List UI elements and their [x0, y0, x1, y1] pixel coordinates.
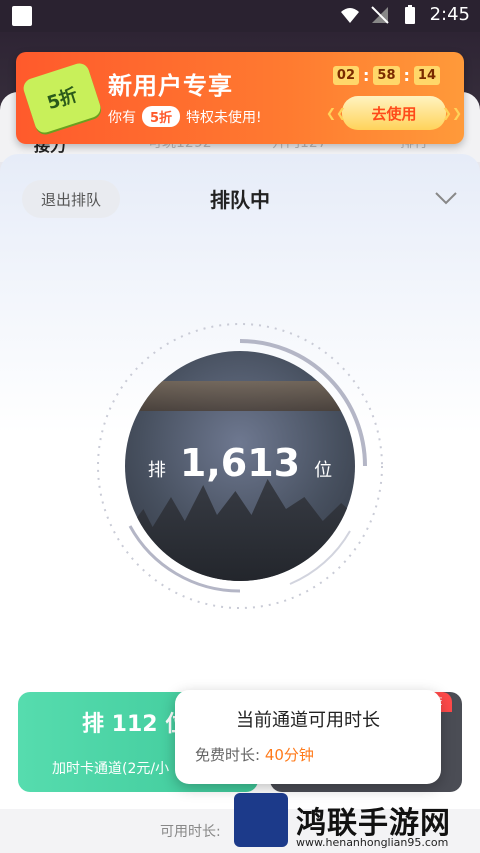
no-signal-icon — [370, 5, 389, 24]
banner-title: 新用户专享 — [108, 72, 233, 100]
tooltip-body: 免费时长: 40分钟 — [195, 744, 314, 765]
rank-prefix: 排 — [147, 460, 166, 481]
watermark-logo-icon — [234, 793, 288, 847]
banner-sub-pill: 5折 — [142, 106, 181, 127]
banner-sub-suffix: 特权未使用! — [186, 109, 262, 126]
paid-channel-label: 加时卡通道(2元/小 — [52, 761, 170, 777]
chevron-down-icon[interactable] — [434, 190, 458, 206]
countdown-timer: 02 : 58 : 14 — [332, 66, 440, 85]
channel-duration-tooltip: 当前通道可用时长 免费时长: 40分钟 — [175, 690, 441, 784]
use-now-button[interactable]: 去使用 — [326, 96, 462, 130]
timer-hours: 02 — [332, 66, 359, 85]
rank-number: 1,613 — [179, 441, 301, 485]
wifi-icon — [340, 7, 359, 23]
banner-subtitle: 你有 5折 特权未使用! — [108, 106, 262, 127]
status-bar: 2:45 — [0, 0, 480, 32]
free-duration-label: 免费时长: — [195, 746, 261, 764]
paid-channel-rank: 排 112 位 — [82, 712, 188, 737]
tooltip-title: 当前通道可用时长 — [236, 710, 380, 731]
timer-seconds: 14 — [413, 66, 440, 85]
rank-suffix: 位 — [314, 460, 333, 481]
game-cover-circle: 排 1,613 位 — [125, 351, 355, 581]
sheet-title: 排队中 — [210, 188, 270, 212]
queue-sheet: 退出排队 排队中 排 1,613 位 排 112 位 加时卡通道(2元/小 荐 … — [0, 154, 480, 853]
available-duration-label: 可用时长: — [160, 824, 221, 840]
battery-icon — [404, 4, 415, 24]
watermark-url: www.henanhonglian95.com — [296, 836, 449, 849]
discount-badge: 5折 — [21, 60, 103, 136]
banner-sub-prefix: 你有 — [108, 109, 136, 126]
notification-icon — [12, 6, 32, 26]
promo-banner[interactable]: 5折 新用户专享 你有 5折 特权未使用! 02 : 58 : 14 去使用 — [16, 52, 464, 144]
free-duration-value: 40分钟 — [264, 746, 314, 764]
timer-minutes: 58 — [373, 66, 400, 85]
game-logo — [125, 381, 355, 411]
queue-rank: 排 1,613 位 — [125, 441, 355, 485]
status-time: 2:45 — [429, 4, 470, 25]
status-icons: 2:45 — [340, 4, 470, 25]
